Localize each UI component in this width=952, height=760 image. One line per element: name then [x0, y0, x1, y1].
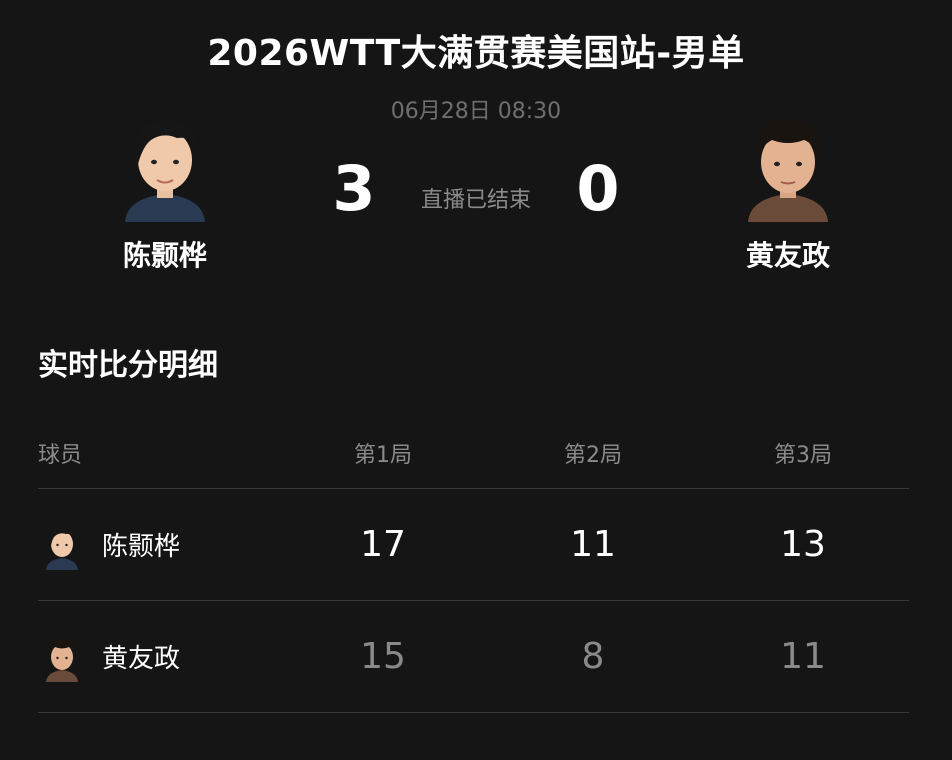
section-title: 实时比分明细	[38, 348, 218, 383]
game-2-score: 8	[581, 636, 605, 677]
player-left-avatar	[125, 119, 205, 222]
header-game-2: 第2局	[564, 443, 622, 468]
player-avatar	[46, 525, 78, 570]
row-player-name: 陈颢桦	[102, 532, 181, 562]
player-right-name: 黄友政	[745, 239, 830, 272]
table-header: 球员 第1局 第2局 第3局	[38, 418, 909, 489]
header-player: 球员	[38, 443, 83, 468]
game-3-score: 13	[780, 524, 826, 565]
match-score-right: 0	[576, 152, 620, 225]
row-player-name: 黄友政	[102, 644, 181, 674]
match-status: 直播已结束	[420, 188, 531, 213]
score-table: 球员 第1局 第2局 第3局 陈颢桦 17 11 13 黄友政 15 8 11	[38, 418, 909, 713]
match-score-left: 3	[332, 152, 376, 225]
row-player-cell: 陈颢桦	[38, 520, 278, 570]
player-right-avatar	[748, 118, 828, 222]
game-2-score: 11	[570, 524, 616, 565]
game-1-score: 15	[360, 636, 406, 677]
game-3-score: 11	[780, 636, 826, 677]
player-left[interactable]: 陈颢桦	[85, 106, 245, 274]
game-1-score: 17	[360, 524, 406, 565]
player-right[interactable]: 黄友政	[708, 106, 868, 274]
table-row[interactable]: 黄友政 15 8 11	[38, 601, 909, 713]
header-game-1: 第1局	[354, 443, 412, 468]
table-row[interactable]: 陈颢桦 17 11 13	[38, 489, 909, 601]
row-player-cell: 黄友政	[38, 632, 278, 682]
header-game-3: 第3局	[774, 443, 832, 468]
match-title: 2026WTT大满贯赛美国站-男单	[207, 33, 745, 74]
player-avatar	[46, 636, 78, 682]
player-left-name: 陈颢桦	[122, 239, 207, 272]
